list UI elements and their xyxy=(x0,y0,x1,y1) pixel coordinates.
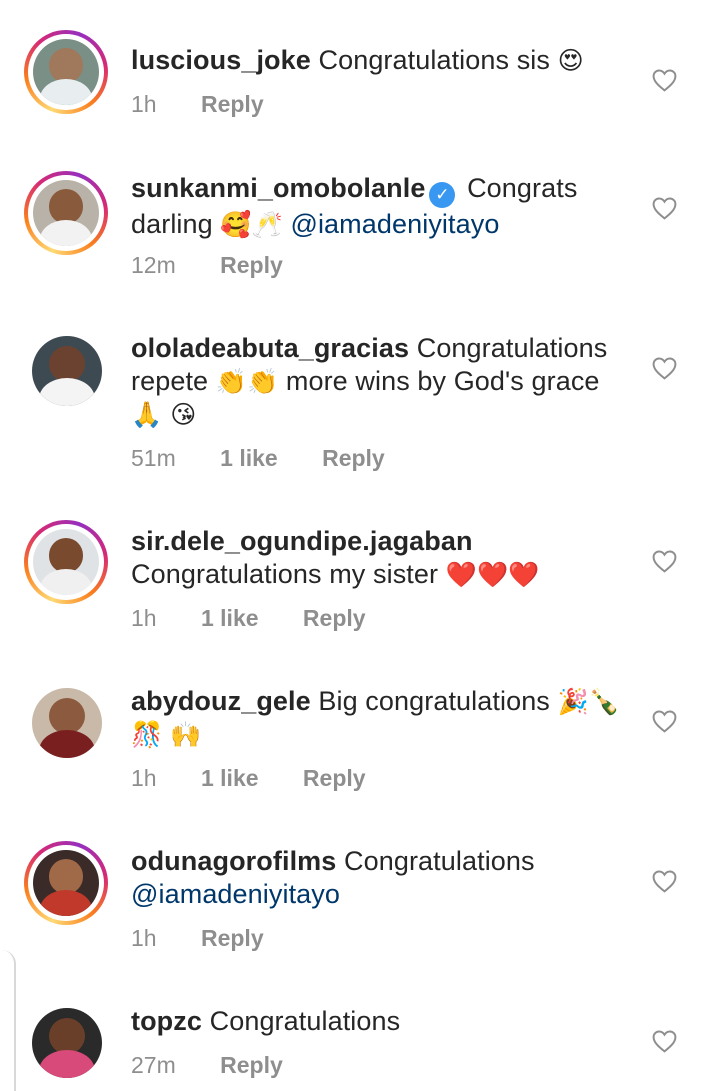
emoji: 🥰🥂 xyxy=(220,210,283,239)
username[interactable]: ololadeabuta_gracias xyxy=(131,333,409,363)
timestamp: 1h xyxy=(131,605,157,631)
avatar[interactable] xyxy=(24,680,108,764)
comment-text: ololadeabuta_gracias Congratulations rep… xyxy=(131,332,631,431)
reply-button[interactable]: Reply xyxy=(201,925,264,951)
like-count[interactable]: 1 like xyxy=(201,765,259,791)
like-heart-icon[interactable] xyxy=(651,1029,678,1053)
username[interactable]: luscious_joke xyxy=(131,45,311,75)
comment-meta: 1h Reply xyxy=(131,90,302,118)
mention-link[interactable]: @iamadeniyitayo xyxy=(290,209,499,239)
comment-body: Congratulations xyxy=(416,333,608,363)
emoji: 😍 xyxy=(557,46,584,75)
timestamp: 27m xyxy=(131,1052,176,1078)
avatar[interactable] xyxy=(24,328,108,412)
sheet-edge xyxy=(0,950,16,1091)
like-count[interactable]: 1 like xyxy=(201,605,259,631)
comment-meta: 12m Reply xyxy=(131,251,321,279)
avatar[interactable] xyxy=(24,30,108,114)
comment-body: Congrats xyxy=(467,173,578,203)
mention-link[interactable]: @iamadeniyitayo xyxy=(131,879,340,909)
timestamp: 51m xyxy=(131,445,176,471)
comment-body-line2: darling xyxy=(131,209,213,239)
username[interactable]: abydouz_gele xyxy=(131,686,311,716)
comment-meta: 51m 1 like Reply xyxy=(131,444,423,472)
like-heart-icon[interactable] xyxy=(651,869,678,893)
like-heart-icon[interactable] xyxy=(651,68,678,92)
timestamp: 1h xyxy=(131,765,157,791)
like-heart-icon[interactable] xyxy=(651,356,678,380)
comment-text: sunkanmi_omobolanle ✓ Congrats darling 🥰🥂… xyxy=(131,172,631,241)
reply-button[interactable]: Reply xyxy=(303,605,366,631)
emoji: 👏👏 xyxy=(215,367,279,396)
avatar[interactable] xyxy=(24,841,108,925)
reply-button[interactable]: Reply xyxy=(220,252,283,278)
reply-button[interactable]: Reply xyxy=(303,765,366,791)
avatar[interactable] xyxy=(24,171,108,255)
like-heart-icon[interactable] xyxy=(651,709,678,733)
username[interactable]: sir.dele_ogundipe.jagaban xyxy=(131,526,473,556)
comment-text: luscious_joke Congratulations sis 😍 xyxy=(131,44,631,77)
username[interactable]: sunkanmi_omobolanle xyxy=(131,173,425,203)
reply-button[interactable]: Reply xyxy=(322,445,385,471)
comment-body: Congratulations my sister xyxy=(131,559,439,589)
like-heart-icon[interactable] xyxy=(651,549,678,573)
comment-text: sir.dele_ogundipe.jagaban Congratulation… xyxy=(131,525,631,591)
timestamp: 12m xyxy=(131,252,176,278)
comment-meta: 27m Reply xyxy=(131,1051,321,1079)
reply-button[interactable]: Reply xyxy=(220,1052,283,1078)
username[interactable]: odunagorofilms xyxy=(131,846,336,876)
comment-body-part: more wins by God's grace xyxy=(285,366,600,396)
avatar[interactable] xyxy=(24,520,108,604)
emoji: ❤️❤️❤️ xyxy=(445,560,540,589)
timestamp: 1h xyxy=(131,91,157,117)
comment-body: Congratulations xyxy=(344,846,535,876)
verified-badge-icon: ✓ xyxy=(429,182,456,208)
comment-text: odunagorofilms Congratulations @iamadeni… xyxy=(131,845,631,911)
comment-text: topzc Congratulations xyxy=(131,1005,631,1038)
comment-meta: 1h 1 like Reply xyxy=(131,764,404,792)
timestamp: 1h xyxy=(131,925,157,951)
comment-meta: 1h Reply xyxy=(131,924,302,952)
comment-body-part: repete xyxy=(131,366,209,396)
like-count[interactable]: 1 like xyxy=(220,445,278,471)
emoji: 🎉🍾 xyxy=(557,687,620,716)
comment-body: Big congratulations xyxy=(318,686,550,716)
reply-button[interactable]: Reply xyxy=(201,91,264,117)
username[interactable]: topzc xyxy=(131,1006,202,1036)
avatar[interactable] xyxy=(24,1000,108,1084)
comment-body: Congratulations xyxy=(209,1006,401,1036)
comment-meta: 1h 1 like Reply xyxy=(131,604,404,632)
like-heart-icon[interactable] xyxy=(651,196,678,220)
comment-body: Congratulations sis xyxy=(318,45,551,75)
comment-text: abydouz_gele Big congratulations 🎉🍾 🎊 🙌 xyxy=(131,685,631,751)
emoji: 🙏 😘 xyxy=(131,400,197,429)
emoji: 🎊 🙌 xyxy=(131,720,202,749)
